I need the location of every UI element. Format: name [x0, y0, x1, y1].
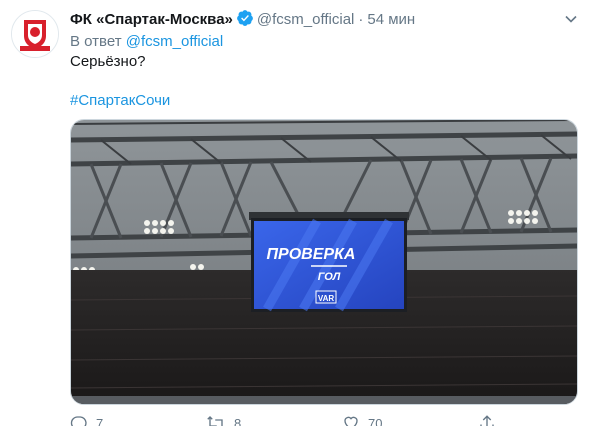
like-count: 70 — [368, 415, 383, 426]
retweet-icon — [206, 414, 226, 426]
reply-icon — [70, 414, 88, 426]
reply-context: В ответ @fcsm_official — [70, 32, 223, 52]
reply-mention-link[interactable]: @fcsm_official — [126, 33, 223, 50]
verified-icon — [236, 9, 254, 33]
tweet-text: Серьёзно? — [70, 53, 146, 70]
tweet-header: ФК «Спартак-Москва» @fcsm_official · 54 мин — [70, 9, 579, 31]
author-handle[interactable]: @fcsm_official — [257, 11, 354, 28]
hashtag-link[interactable]: #СпартакСочи — [70, 91, 170, 111]
author-name[interactable]: ФК «Спартак-Москва» — [70, 11, 233, 28]
separator-dot: · — [358, 11, 364, 28]
reply-prefix: В ответ — [70, 33, 122, 50]
reply-button[interactable]: 7 — [70, 414, 103, 426]
chevron-down-icon[interactable] — [563, 11, 579, 33]
like-icon — [342, 414, 360, 426]
screen-title: ПРОВЕРКА — [267, 246, 356, 263]
reply-count: 7 — [96, 415, 104, 426]
tweet-media-photo[interactable]: ПРОВЕРКА ГОЛ VAR — [70, 119, 578, 405]
avatar[interactable] — [11, 10, 59, 58]
retweet-count: 8 — [234, 415, 242, 426]
tweet-actions: 7 8 70 — [70, 414, 550, 426]
like-button[interactable]: 70 — [342, 414, 382, 426]
share-button[interactable] — [478, 414, 496, 426]
screen-subtitle: ГОЛ — [318, 271, 341, 283]
spartak-logo-icon — [12, 11, 58, 57]
share-icon — [478, 414, 496, 426]
screen-badge: VAR — [318, 294, 335, 303]
tweet-timestamp[interactable]: 54 мин — [367, 11, 415, 28]
retweet-button[interactable]: 8 — [206, 414, 241, 426]
